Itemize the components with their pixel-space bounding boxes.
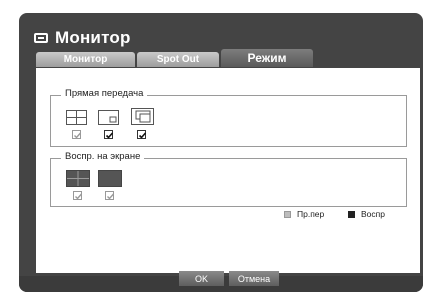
monitor-icon <box>34 33 48 43</box>
cancel-button[interactable]: Отмена <box>229 271 279 286</box>
pip-layout-checkbox[interactable] <box>104 130 114 139</box>
quad-layout-icon[interactable] <box>66 110 87 125</box>
quad-layout-checkbox[interactable] <box>72 130 82 139</box>
live-view-group: Прямая передача <box>50 88 407 147</box>
legend-live-label: Пр.пер <box>297 209 325 219</box>
tab-mode[interactable]: Режим <box>221 49 313 67</box>
playback-swatch-icon <box>348 210 355 218</box>
title-bar: Монитор <box>34 26 131 50</box>
legend-playback-label: Воспр <box>361 209 385 219</box>
playback-group: Воспр. на экране <box>50 151 407 207</box>
single-layout-filled-icon[interactable] <box>98 170 122 187</box>
legend-playback: Воспр <box>348 209 385 219</box>
tab-bar: Монитор Spot Out Режим <box>36 49 315 67</box>
live-swatch-icon <box>284 210 291 218</box>
quad-layout-filled-icon[interactable] <box>66 170 90 187</box>
cascade-layout-icon[interactable] <box>131 108 154 125</box>
live-view-label: Прямая передача <box>61 88 148 99</box>
pip-layout-icon[interactable] <box>98 110 119 125</box>
single-playback-checkbox[interactable] <box>105 191 115 200</box>
settings-panel: Прямая передача Воспр. на экране Пр.пер … <box>36 68 420 273</box>
quad-playback-checkbox[interactable] <box>73 191 83 200</box>
tab-monitor[interactable]: Монитор <box>36 52 135 67</box>
ok-button[interactable]: OK <box>179 271 224 286</box>
legend-live: Пр.пер <box>284 209 324 219</box>
window-title: Монитор <box>55 28 131 47</box>
tab-spot-out[interactable]: Spot Out <box>137 52 219 67</box>
monitor-window: Монитор Монитор Spot Out Режим Прямая пе… <box>19 13 423 292</box>
playback-label: Воспр. на экране <box>61 151 145 162</box>
cascade-layout-checkbox[interactable] <box>137 130 147 139</box>
